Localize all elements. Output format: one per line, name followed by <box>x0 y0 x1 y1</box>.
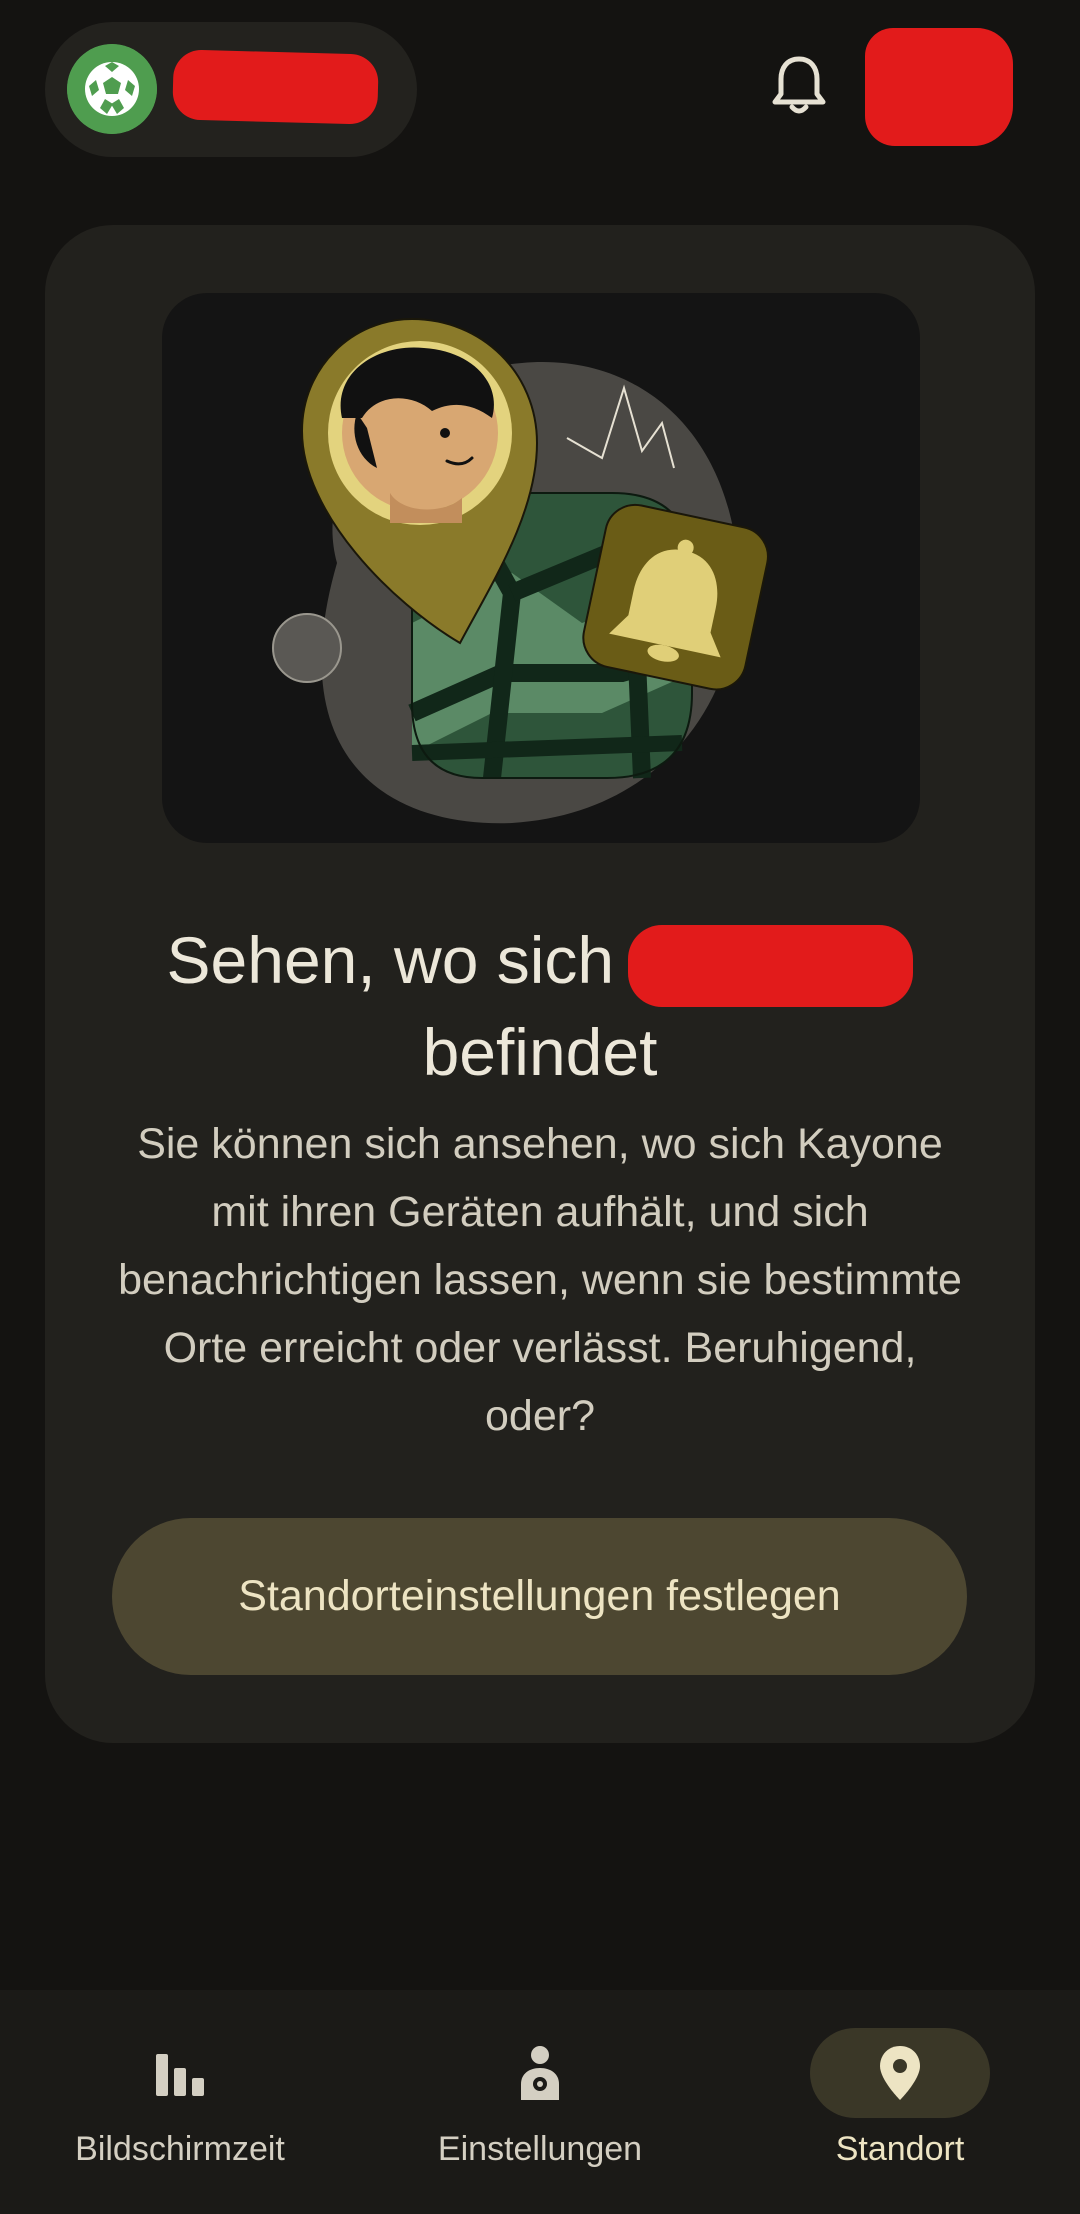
bottom-navigation-bar: Bildschirmzeit Einstellungen Standort <box>0 1990 1080 2214</box>
nav-label-screen-time: Bildschirmzeit <box>75 2130 285 2168</box>
nav-item-settings[interactable]: Einstellungen <box>360 1990 720 2214</box>
nav-item-location[interactable]: Standort <box>720 1990 1080 2214</box>
nav-icon-container <box>450 2028 630 2118</box>
redacted-account-name <box>172 49 379 125</box>
nav-item-screen-time[interactable]: Bildschirmzeit <box>0 1990 360 2214</box>
location-illustration <box>162 293 920 843</box>
redacted-child-name <box>628 924 914 1007</box>
location-promo-card: Sehen, wo sich befindet Sie können sich … <box>45 225 1035 1743</box>
page-title: Sehen, wo sich befindet <box>85 915 995 1097</box>
bar-chart-icon <box>156 2054 204 2096</box>
title-text-start: Sehen, wo sich <box>166 923 615 997</box>
person-settings-icon <box>521 2046 559 2100</box>
nav-label-settings: Einstellungen <box>437 2130 643 2168</box>
bell-icon <box>772 56 826 114</box>
redacted-profile-avatar[interactable] <box>865 28 1013 146</box>
description-text: Sie können sich ansehen, wo sich Kayone … <box>118 1120 962 1440</box>
set-location-settings-button[interactable]: Standorteinstellungen festlegen <box>112 1518 967 1675</box>
title-text-end: befindet <box>422 1014 658 1089</box>
nav-icon-container-active <box>810 2028 990 2118</box>
account-switcher-chip[interactable] <box>45 22 417 157</box>
notifications-button[interactable] <box>758 45 840 127</box>
nav-label-location: Standort <box>835 2130 965 2168</box>
soccer-ball-avatar-icon <box>67 44 157 134</box>
location-pin-icon <box>880 2046 920 2100</box>
nav-icon-container <box>90 2028 270 2118</box>
top-app-bar <box>0 0 1080 200</box>
